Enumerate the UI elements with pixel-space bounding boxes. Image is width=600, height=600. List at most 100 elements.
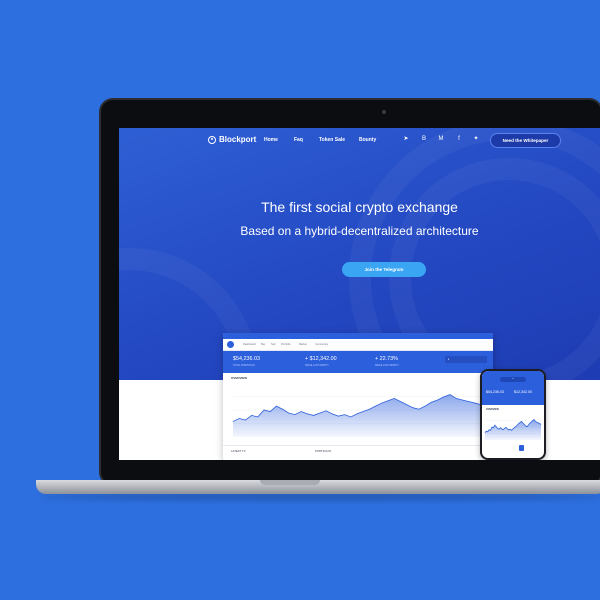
facebook-icon[interactable]: f bbox=[455, 136, 463, 143]
chart-point bbox=[449, 394, 451, 395]
chart-point bbox=[540, 424, 542, 425]
phone-stat-value: $12,342.00 bbox=[514, 390, 532, 394]
laptop-screen: Blockport Home Faq Token Sale Bounty ➤ B… bbox=[119, 128, 600, 460]
phone-tab-active[interactable]: · bbox=[518, 445, 524, 451]
chart-point bbox=[406, 404, 407, 405]
phone-header: ▾ $54,236.03 $12,342.00 bbox=[482, 371, 544, 405]
dashboard-nav-item[interactable]: Market bbox=[299, 343, 307, 346]
chart-point bbox=[276, 405, 277, 407]
chart-point bbox=[257, 416, 259, 418]
chart-point bbox=[356, 413, 358, 415]
telegram-icon[interactable]: ➤ bbox=[402, 136, 410, 143]
chart-point bbox=[488, 429, 490, 430]
chart-point bbox=[400, 401, 401, 402]
chart-point bbox=[500, 427, 501, 428]
laptop-shadow bbox=[40, 494, 600, 500]
chart-point bbox=[514, 427, 515, 428]
chart-point bbox=[515, 426, 517, 427]
chart-point bbox=[338, 415, 339, 417]
dashboard-nav-item[interactable]: Community bbox=[315, 343, 328, 346]
chart-point bbox=[495, 426, 497, 427]
chart-point bbox=[307, 413, 308, 415]
phone-tabs: · · · · bbox=[486, 445, 540, 451]
chart-point bbox=[537, 422, 539, 424]
dashboard-nav-item[interactable]: Portfolio bbox=[281, 343, 291, 346]
chart-point bbox=[313, 415, 314, 416]
chart-point bbox=[487, 431, 489, 433]
chart-point bbox=[504, 428, 505, 429]
camera-icon bbox=[382, 110, 386, 114]
phone-pill[interactable]: ▾ bbox=[500, 377, 526, 382]
chart-point bbox=[263, 409, 265, 411]
chart-point bbox=[507, 428, 508, 430]
chart-point bbox=[528, 424, 529, 426]
nav-link-faq[interactable]: Faq bbox=[294, 137, 303, 143]
chart-point bbox=[443, 396, 445, 398]
chart-point bbox=[518, 423, 519, 424]
chart-point bbox=[393, 398, 395, 399]
chart-point bbox=[525, 425, 526, 427]
stat-value: + $12,342.00 bbox=[305, 356, 337, 362]
chart-point bbox=[530, 421, 532, 423]
chart-point bbox=[535, 421, 536, 422]
dashboard-stats: $54,236.03 TOTAL PORTFOLIO + $12,342.00 … bbox=[223, 351, 493, 373]
stat-label: TOTAL PORTFOLIO bbox=[233, 364, 255, 367]
chart-point bbox=[497, 428, 498, 429]
whitepaper-button[interactable]: Need the Whitepaper bbox=[490, 133, 561, 148]
chart-point bbox=[288, 412, 290, 414]
chart-point bbox=[529, 423, 531, 424]
chart-point bbox=[509, 428, 511, 430]
chart-point bbox=[498, 428, 500, 430]
chart-point bbox=[533, 419, 535, 420]
chart-point bbox=[418, 408, 420, 410]
chart-point bbox=[532, 420, 533, 421]
phone-chart bbox=[484, 419, 542, 440]
medium-icon[interactable]: M bbox=[437, 136, 445, 143]
chart-point bbox=[375, 405, 376, 407]
laptop-notch bbox=[260, 480, 320, 485]
hero-subtitle: Based on a hybrid-decentralized architec… bbox=[240, 224, 479, 238]
stat-label: SINCE LAST MONTH bbox=[375, 364, 399, 367]
dashboard-nav-item[interactable]: Buy bbox=[261, 343, 265, 346]
dashboard-nav-item[interactable]: Dashboard bbox=[243, 343, 256, 346]
phone-tab[interactable]: · bbox=[502, 445, 507, 451]
nav-link-token-sale[interactable]: Token Sale bbox=[319, 137, 345, 143]
twitter-icon[interactable]: ✦ bbox=[472, 136, 480, 143]
phone-tab[interactable]: · bbox=[486, 445, 491, 451]
chart-point bbox=[238, 418, 240, 419]
phone-tab[interactable]: · bbox=[535, 445, 540, 451]
chart-point bbox=[474, 402, 476, 404]
chart-point bbox=[437, 399, 438, 401]
nav-link-bounty[interactable]: Bounty bbox=[359, 137, 376, 143]
stat-value: $54,236.03 bbox=[233, 356, 260, 362]
dashboard-footer: LATEST TX PORTFOLIO bbox=[223, 445, 493, 460]
bitcoin-icon[interactable]: B bbox=[420, 136, 428, 143]
chart-point bbox=[494, 424, 496, 426]
chart-point bbox=[536, 421, 538, 423]
hero-title: The first social crypto exchange bbox=[261, 199, 458, 215]
phone-stat-value: $54,236.03 bbox=[486, 390, 504, 394]
nav-link-home[interactable]: Home bbox=[264, 137, 278, 143]
currency-select[interactable]: ▾ bbox=[445, 356, 487, 363]
stat-label: SINCE LAST MONTH bbox=[305, 364, 329, 367]
phone-overview-label: OVERVIEW bbox=[486, 408, 499, 411]
chart-point bbox=[251, 415, 252, 416]
brand-logo[interactable]: Blockport bbox=[208, 135, 256, 144]
chart-point bbox=[511, 430, 512, 431]
chart-point bbox=[362, 411, 364, 412]
chart-point bbox=[512, 428, 514, 430]
chart-point bbox=[486, 430, 487, 432]
chart-point bbox=[282, 408, 283, 410]
chart-point bbox=[501, 428, 503, 430]
chart-point bbox=[331, 413, 333, 415]
chart-point bbox=[232, 421, 234, 422]
dashboard-logo-icon bbox=[227, 341, 234, 348]
brand-name: Blockport bbox=[219, 135, 257, 144]
chart-point bbox=[294, 414, 296, 415]
dashboard-nav-item[interactable]: Sell bbox=[271, 343, 275, 346]
chart-point bbox=[493, 427, 494, 428]
join-telegram-button[interactable]: Join the Telegram bbox=[342, 262, 426, 277]
chart-point bbox=[387, 400, 389, 401]
chart-point bbox=[491, 426, 493, 428]
overview-label: OVERVIEW bbox=[231, 376, 248, 380]
